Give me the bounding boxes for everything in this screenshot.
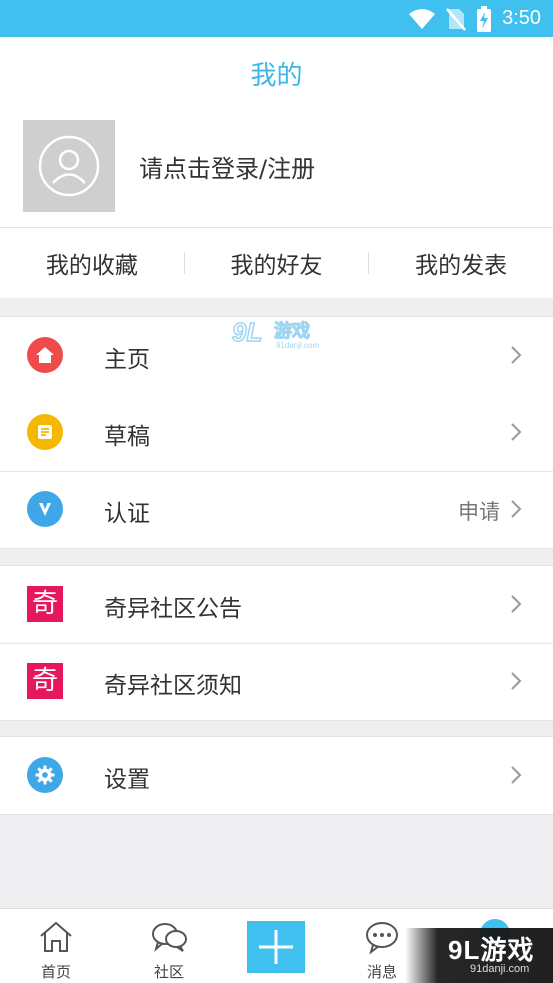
battery-charging-icon [477, 5, 492, 32]
tab-home[interactable]: 首页 [1, 909, 111, 983]
app-header: 我的 [0, 37, 553, 109]
page-title: 我的 [250, 60, 303, 91]
status-icons: 3:50 [408, 0, 541, 37]
menu-item-label: 草稿 [104, 424, 150, 450]
tab-label: 首页 [40, 963, 71, 981]
draft-icon [27, 414, 63, 450]
row-icon-wrap [27, 757, 63, 793]
apply-link[interactable]: 申请 [458, 496, 500, 526]
menu-item-label: 奇异社区须知 [104, 673, 242, 699]
menu-item-verify[interactable]: 认证 申请 [0, 471, 553, 548]
menu-item-announcement[interactable]: 奇 奇异社区公告 [0, 566, 553, 643]
chevron-right-icon [511, 500, 522, 518]
menu-item-settings[interactable]: 设置 [0, 737, 553, 814]
quick-links: 我的收藏 我的好友 我的发表 [0, 227, 553, 298]
row-icon-wrap: 奇 [27, 586, 63, 622]
wifi-icon [409, 8, 436, 29]
brand-watermark-site: 91danji.com [470, 963, 530, 975]
profile-card[interactable]: 请点击登录/注册 [0, 109, 553, 227]
home-outline-icon [40, 921, 72, 952]
quick-link-friends[interactable]: 我的好友 [185, 246, 369, 280]
row-icon-wrap [27, 414, 63, 450]
add-post-button[interactable] [247, 921, 305, 973]
menu-item-guidelines[interactable]: 奇 奇异社区须知 [0, 643, 553, 720]
chevron-right-icon [511, 766, 522, 784]
user-icon [38, 135, 100, 197]
row-icon-wrap [27, 337, 63, 373]
svg-text:9L: 9L [232, 317, 262, 347]
verify-icon [27, 491, 63, 527]
svg-text:91danji.com: 91danji.com [276, 341, 319, 350]
status-bar: 3:50 [0, 0, 553, 37]
chevron-right-icon [511, 346, 522, 364]
chevron-right-icon [511, 423, 522, 441]
tab-label: 社区 [153, 963, 184, 981]
home-icon [27, 337, 63, 373]
menu-item-drafts[interactable]: 草稿 [0, 394, 553, 471]
avatar[interactable] [23, 120, 115, 212]
menu-group-community: 奇 奇异社区公告 奇 奇异社区须知 [0, 565, 553, 721]
message-icon [366, 922, 398, 955]
row-icon-wrap: 奇 [27, 663, 63, 699]
plus-icon [259, 930, 293, 964]
quick-link-favorites[interactable]: 我的收藏 [0, 246, 184, 280]
qi-icon: 奇 [27, 663, 63, 699]
quick-link-posts[interactable]: 我的发表 [369, 246, 553, 280]
menu-item-label: 设置 [104, 767, 150, 793]
menu-item-label: 主页 [104, 347, 150, 373]
watermark-logo: 9L 游戏 91danji.com [231, 315, 332, 351]
row-icon-wrap [27, 491, 63, 527]
gear-icon [27, 757, 63, 793]
status-time: 3:50 [502, 7, 541, 29]
tab-community[interactable]: 社区 [114, 909, 224, 983]
chevron-right-icon [511, 672, 522, 690]
brand-watermark-logo: 9L游戏 [448, 935, 535, 965]
chevron-right-icon [511, 595, 522, 613]
svg-text:游戏: 游戏 [274, 320, 310, 342]
menu-group-settings: 设置 [0, 736, 553, 815]
chat-bubbles-icon [152, 923, 187, 952]
menu-item-label: 认证 [104, 501, 150, 527]
qi-icon: 奇 [27, 586, 63, 622]
login-register-link[interactable]: 请点击登录/注册 [139, 149, 315, 184]
no-sim-icon [446, 7, 467, 31]
menu-item-label: 奇异社区公告 [104, 596, 242, 622]
